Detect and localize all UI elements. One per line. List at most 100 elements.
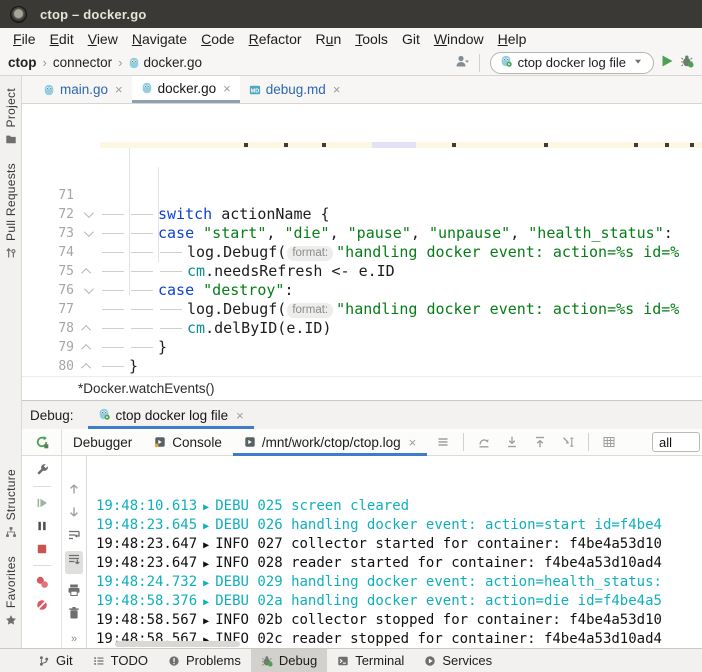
window-title: ctop – docker.go: [40, 7, 147, 22]
rerun-debug-icon[interactable]: [35, 435, 49, 449]
line-number: 78: [22, 319, 74, 338]
log-message: DEBU 026 handling docker event: action=s…: [215, 517, 662, 533]
fold-marker-icon[interactable]: [81, 325, 91, 335]
code-line: 72switch actionName {: [22, 205, 702, 224]
toolwindow-button-debug[interactable]: Debug: [251, 649, 327, 672]
bug-icon: [261, 655, 273, 667]
console-log-output[interactable]: 19:48:10.613 ▶ DEBU 025 screen cleared 19…: [87, 456, 702, 648]
resume-program-icon[interactable]: [35, 496, 49, 510]
console-tab-Console[interactable]: Console: [143, 429, 233, 455]
console-tab--mnt-work-ctop-ctop-log[interactable]: /mnt/work/ctop/ctop.log×: [233, 429, 427, 455]
menu-view[interactable]: View: [81, 31, 125, 47]
code-text: }: [100, 338, 702, 357]
clear-all-icon[interactable]: [67, 606, 81, 620]
view-breakpoints-icon[interactable]: [35, 575, 49, 589]
toolwindow-button-terminal[interactable]: Terminal: [327, 649, 414, 672]
sidebar-item-structure[interactable]: Structure: [4, 469, 18, 538]
layout-settings-icon[interactable]: [597, 435, 621, 449]
toolwindow-button-todo[interactable]: TODO: [83, 649, 158, 672]
breadcrumb-item-ctop[interactable]: ctop: [8, 55, 37, 70]
debug-toolbar: DebuggerConsole/mnt/work/ctop/ctop.log× …: [22, 429, 702, 456]
toolwindow-button-git[interactable]: Git: [28, 649, 83, 672]
run-config-selector[interactable]: ctop docker log file: [490, 52, 654, 74]
menu-git[interactable]: Git: [395, 31, 427, 47]
code-editor[interactable]: 7172switch actionName {73case "start", "…: [22, 104, 702, 376]
toolwindow-button-label: Git: [56, 653, 73, 668]
log-entry: 19:48:10.613 ▶ DEBU 025 screen cleared: [96, 497, 702, 516]
menu-navigate[interactable]: Navigate: [125, 31, 194, 47]
window-menu-button[interactable]: [10, 6, 27, 23]
editor-tab-label: docker.go: [158, 81, 217, 96]
menu-edit[interactable]: Edit: [43, 31, 81, 47]
code-text: [100, 186, 702, 205]
fold-marker-icon[interactable]: [81, 344, 91, 354]
tab-whitespace: [158, 319, 187, 338]
menu-window[interactable]: Window: [427, 31, 491, 47]
breadcrumb-item-connector[interactable]: connector: [53, 55, 112, 70]
close-icon[interactable]: ×: [113, 83, 123, 96]
menu-tools[interactable]: Tools: [348, 31, 395, 47]
go-file-icon: [128, 57, 140, 69]
close-icon[interactable]: ×: [234, 409, 244, 422]
close-icon[interactable]: ×: [407, 436, 417, 449]
jump-to-cursor-icon[interactable]: [556, 435, 580, 449]
sidebar-item-favorites[interactable]: Favorites: [4, 556, 18, 626]
rerun-button[interactable]: [22, 429, 62, 455]
fold-marker-icon[interactable]: [83, 284, 93, 294]
code-line: 78cm.delByID(e.ID): [22, 319, 702, 338]
log-arrow-icon: ▶: [197, 578, 215, 589]
code-token: [194, 224, 203, 242]
editor-gutter: 80: [22, 357, 100, 376]
debug-session-tab[interactable]: ctop docker log file ×: [88, 401, 254, 429]
console-tab-Debugger[interactable]: Debugger: [62, 429, 143, 455]
close-icon[interactable]: ×: [221, 82, 231, 95]
menu-refactor[interactable]: Refactor: [242, 31, 309, 47]
editor-tab-debug-md[interactable]: MDdebug.md×: [240, 76, 350, 103]
tool-window-label: Favorites: [4, 556, 18, 608]
pause-program-icon[interactable]: [35, 519, 49, 533]
close-icon[interactable]: ×: [331, 83, 341, 96]
view-options-icon[interactable]: [431, 435, 455, 449]
debug-button-icon[interactable]: [680, 54, 694, 68]
more-actions-icon[interactable]: »: [71, 633, 77, 645]
settings-icon[interactable]: [35, 463, 49, 477]
sidebar-item-pull-requests[interactable]: Pull Requests: [4, 163, 18, 259]
scroll-to-end-icon[interactable]: [67, 553, 81, 567]
scroll-down-icon[interactable]: [67, 505, 81, 519]
previous-occurrence-icon[interactable]: [472, 435, 496, 449]
editor-tab-main-go[interactable]: main.go×: [34, 76, 132, 103]
code-text: case "start", "die", "pause", "unpause",…: [100, 224, 702, 243]
run-button-icon[interactable]: [660, 54, 674, 68]
fold-marker-icon[interactable]: [81, 363, 91, 373]
svg-text:MD: MD: [250, 88, 259, 94]
sidebar-item-project[interactable]: Project: [4, 88, 18, 145]
horizontal-scrollbar[interactable]: [115, 641, 240, 647]
use-soft-wraps-icon[interactable]: [67, 528, 81, 542]
menu-file[interactable]: File: [6, 31, 43, 47]
fold-region: [74, 281, 100, 300]
toolwindow-button-problems[interactable]: Problems: [158, 649, 251, 672]
menu-help[interactable]: Help: [491, 31, 534, 47]
log-arrow-icon: ▶: [197, 616, 215, 627]
code-with-me-icon[interactable]: [455, 54, 469, 68]
previous-message-icon[interactable]: [528, 435, 552, 449]
next-message-icon[interactable]: [500, 435, 524, 449]
mute-breakpoints-icon[interactable]: [35, 598, 49, 612]
file-type-icon: [141, 82, 153, 94]
menu-code[interactable]: Code: [194, 31, 241, 47]
log-timestamp: 19:48:58.567: [96, 612, 197, 628]
code-token: "health_status": [528, 224, 663, 242]
menu-run[interactable]: Run: [309, 31, 349, 47]
stop-process-icon[interactable]: [35, 542, 49, 556]
editor-tab-docker-go[interactable]: docker.go ×: [132, 76, 240, 103]
line-number: 80: [22, 357, 74, 376]
breadcrumb-item-docker-go[interactable]: docker.go: [143, 55, 202, 70]
scroll-up-icon[interactable]: [67, 482, 81, 496]
structure-icon: [5, 526, 17, 538]
current-method-breadcrumb[interactable]: *Docker.watchEvents(): [78, 381, 215, 396]
print-console-icon[interactable]: [67, 583, 81, 597]
log-entry: 19:48:23.647 ▶ INFO 028 reader started f…: [96, 554, 702, 573]
log-message: DEBU 029 handling docker event: action=h…: [215, 574, 662, 590]
log-level-filter[interactable]: all: [652, 432, 700, 452]
toolwindow-button-services[interactable]: Services: [414, 649, 502, 672]
